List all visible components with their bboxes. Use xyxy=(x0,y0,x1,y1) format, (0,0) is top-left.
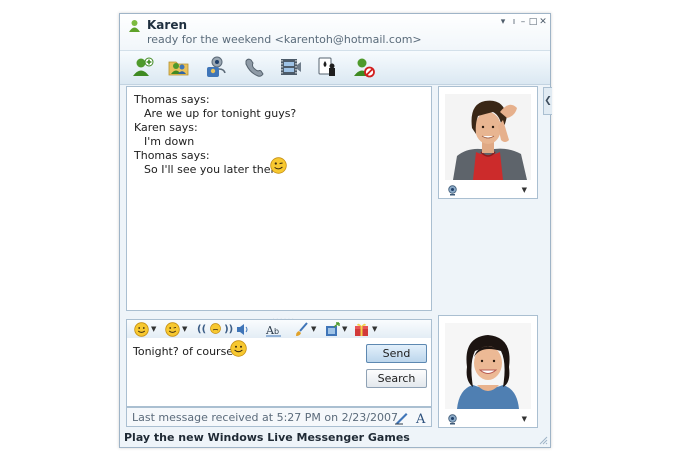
chevron-down-icon[interactable]: ▼ xyxy=(522,415,527,423)
message-text: I'm down xyxy=(144,135,195,148)
video-call-icon[interactable] xyxy=(204,55,228,79)
nudge-bracket-left: (( xyxy=(197,324,207,335)
wink-emoticon xyxy=(270,157,287,174)
last-message-status: Last message received at 5:27 PM on 2/23… xyxy=(132,411,402,424)
contact-name: Karen xyxy=(147,18,187,32)
gift-icon[interactable] xyxy=(354,322,369,337)
message-sender: Thomas says: xyxy=(134,149,210,162)
title-bar: Karen ready for the weekend <karentoh@ho… xyxy=(120,14,550,50)
wink-icon[interactable] xyxy=(165,322,180,337)
compose-input[interactable]: Tonight? of course! xyxy=(133,345,238,358)
send-button[interactable]: Send xyxy=(366,344,427,363)
formatting-toolbar: ▼ ▼ (( )) A b ▼ ▼ ▼ xyxy=(126,319,432,339)
chevron-down-icon[interactable]: ▼ xyxy=(522,186,527,194)
message-text: So I'll see you later then xyxy=(144,163,278,176)
message-sender: Thomas says: xyxy=(134,93,210,106)
message-sender: Karen says: xyxy=(134,121,198,134)
shared-folder-icon[interactable] xyxy=(167,55,191,79)
contact-display-picture[interactable] xyxy=(445,94,531,180)
nudge-bracket-right: )) xyxy=(224,324,234,335)
nudge-face-icon xyxy=(209,323,221,334)
add-contact-icon[interactable] xyxy=(131,55,155,79)
text-mode-icon[interactable]: A xyxy=(414,410,429,425)
voice-clip-icon[interactable] xyxy=(235,322,250,337)
chevron-down-icon[interactable]: ▼ xyxy=(151,325,156,333)
paint-brush-icon[interactable] xyxy=(294,322,309,337)
chevron-down-icon[interactable]: ▼ xyxy=(372,325,377,333)
block-contact-icon[interactable] xyxy=(352,55,376,79)
smile-emoticon xyxy=(230,340,247,357)
window-menu-button[interactable]: ▾ xyxy=(498,17,508,27)
message-compose-area[interactable]: Tonight? of course! Send Search xyxy=(126,338,432,407)
font-icon[interactable]: A b xyxy=(265,322,282,337)
contact-status-icon xyxy=(129,20,140,32)
contact-status-message: ready for the weekend <karentoh@hotmail.… xyxy=(147,33,422,46)
conversation-history[interactable]: Thomas says: Are we up for tonight guys?… xyxy=(126,86,432,311)
chevron-down-icon[interactable]: ▼ xyxy=(182,325,187,333)
status-bar: Last message received at 5:27 PM on 2/23… xyxy=(126,407,432,427)
minimize-button[interactable]: – xyxy=(518,17,528,27)
games-banner-link[interactable]: Play the new Windows Live Messenger Game… xyxy=(124,431,410,444)
webcam-icon[interactable] xyxy=(447,185,458,196)
own-picture-panel: ▼ xyxy=(438,315,538,428)
chevron-down-icon[interactable]: ▼ xyxy=(311,325,316,333)
maximize-button[interactable]: □ xyxy=(528,17,538,27)
filmstrip-icon[interactable] xyxy=(279,55,303,79)
emoticon-icon[interactable] xyxy=(134,322,149,337)
close-button[interactable]: ✕ xyxy=(538,17,548,27)
chevron-left-icon: ❮ xyxy=(544,96,552,106)
search-button[interactable]: Search xyxy=(366,369,427,388)
chat-window: Karen ready for the weekend <karentoh@ho… xyxy=(119,13,552,448)
message-text: Are we up for tonight guys? xyxy=(144,107,297,120)
handwriting-icon[interactable] xyxy=(394,410,409,425)
svg-text:b: b xyxy=(274,327,279,336)
svg-text:A: A xyxy=(415,412,426,425)
phone-icon[interactable] xyxy=(242,55,266,79)
action-toolbar xyxy=(120,50,550,85)
own-display-picture[interactable] xyxy=(445,323,531,409)
contact-picture-panel: ▼ xyxy=(438,86,538,199)
chevron-down-icon[interactable]: ▼ xyxy=(342,325,347,333)
webcam-icon[interactable] xyxy=(447,414,458,425)
collapse-panel-button[interactable]: ❮ xyxy=(543,87,552,115)
window-resize-grip[interactable] xyxy=(539,436,548,445)
nudge-icon[interactable]: (( )) xyxy=(197,322,233,337)
games-icon[interactable] xyxy=(316,55,340,79)
send-file-icon[interactable] xyxy=(325,322,340,337)
